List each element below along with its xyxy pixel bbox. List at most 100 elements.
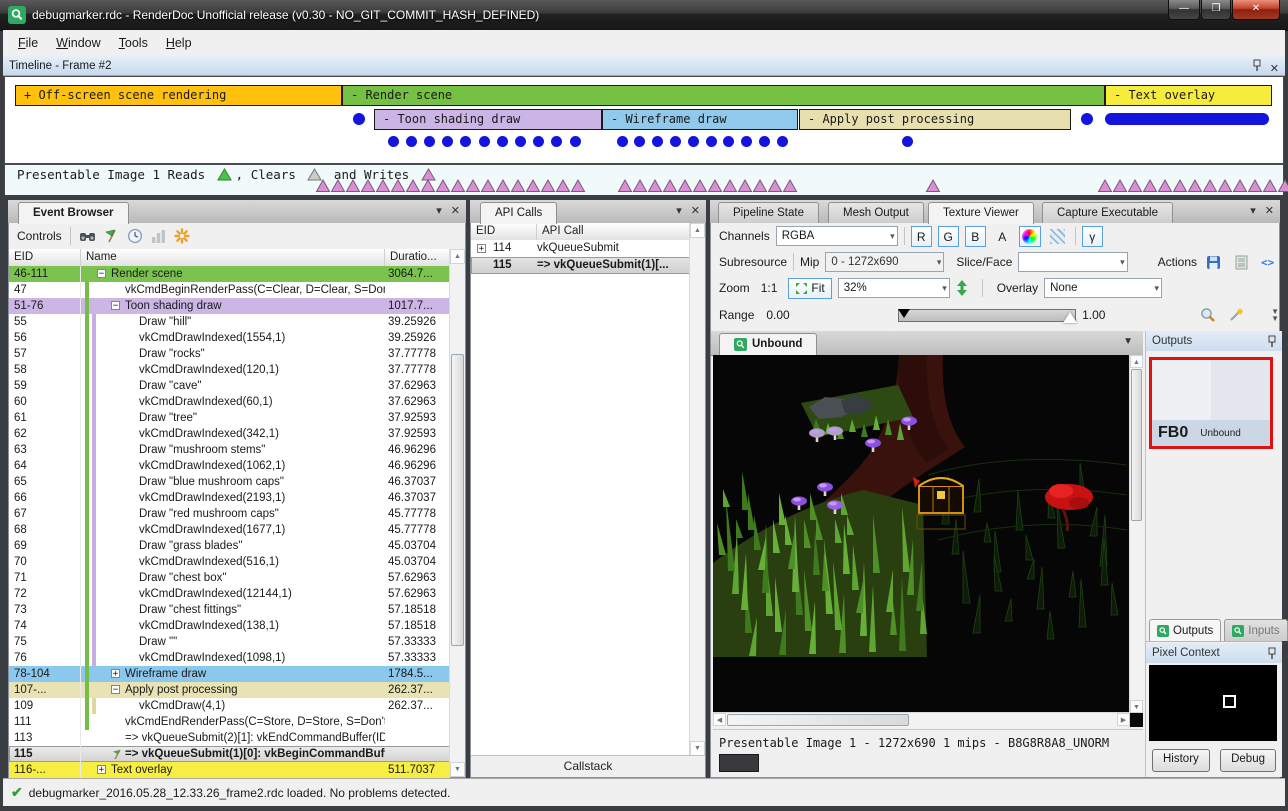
event-row[interactable]: 65Draw "blue mushroom caps"46.37037 — [9, 474, 450, 490]
timeline-panel[interactable]: Presentable Image 1 Reads , Clears and W… — [4, 76, 1284, 194]
menu-tools[interactable]: Tools — [110, 36, 157, 50]
texture-canvas[interactable]: ▲ ▼ ◀ ▶ — [713, 355, 1143, 727]
event-row[interactable]: 67Draw "red mushroom caps"45.77778 — [9, 506, 450, 522]
chevron-down-icon[interactable]: ▼ — [1123, 336, 1133, 347]
event-row[interactable]: 72vkCmdDrawIndexed(12144,1)57.62963 — [9, 586, 450, 602]
col-eid[interactable]: EID — [9, 249, 81, 266]
tab-api-calls[interactable]: API Calls — [480, 202, 557, 224]
tab-texture-viewer[interactable]: Texture Viewer — [928, 202, 1034, 224]
write-event-markers[interactable] — [315, 179, 587, 193]
draw-event-dot[interactable] — [406, 136, 417, 147]
event-row[interactable]: 74vkCmdDrawIndexed(138,1)57.18518 — [9, 618, 450, 634]
event-row[interactable]: 63Draw "mushroom stems"46.96296 — [9, 442, 450, 458]
write-event-markers[interactable] — [617, 179, 799, 193]
time-draws-icon[interactable] — [127, 228, 143, 244]
pixel-context-view[interactable] — [1149, 665, 1277, 741]
tab-event-browser[interactable]: Event Browser — [18, 202, 129, 224]
event-row[interactable]: 59Draw "cave"37.62963 — [9, 378, 450, 394]
fit-button[interactable]: Fit — [788, 278, 831, 299]
callstack-bar[interactable]: Callstack — [471, 755, 705, 777]
event-row[interactable]: 66vkCmdDrawIndexed(2193,1)46.37037 — [9, 490, 450, 506]
draw-event-dot[interactable] — [515, 136, 526, 147]
event-row[interactable]: 78-104+Wireframe draw1784.5... — [9, 666, 450, 682]
expander-icon[interactable]: − — [111, 685, 120, 694]
draw-event-dot[interactable] — [617, 136, 628, 147]
api-calls-scrollbar[interactable]: ▲ ▼ — [689, 223, 705, 756]
alpha-checker-icon[interactable] — [1047, 226, 1069, 247]
slice-face-select[interactable]: ▾ — [1018, 252, 1127, 272]
draw-events-bar[interactable] — [1105, 113, 1269, 125]
draw-event-dot[interactable] — [388, 136, 399, 147]
tab-unbound-texture[interactable]: Unbound — [719, 333, 817, 355]
timeline-marker[interactable]: - Toon shading draw — [374, 109, 602, 130]
tab-outputs[interactable]: Outputs — [1149, 619, 1221, 641]
event-row[interactable]: 113=> vkQueueSubmit(2)[1]: vkEndCommandB… — [9, 730, 450, 746]
event-row[interactable]: 46-111−Render scene3064.7... — [9, 266, 450, 282]
draw-event-dot[interactable] — [570, 136, 581, 147]
tab-mesh-output[interactable]: Mesh Output — [828, 202, 924, 223]
range-min-value[interactable]: 0.00 — [766, 308, 789, 322]
zoom-level-select[interactable]: 32%▾ — [838, 278, 950, 298]
close-icon[interactable]: ✕ — [451, 204, 460, 217]
autofit-wand-icon[interactable] — [1225, 305, 1247, 326]
col-name[interactable]: Name — [81, 249, 385, 266]
draw-event-dot[interactable] — [1081, 113, 1093, 125]
overlay-select[interactable]: None▾ — [1044, 278, 1162, 298]
timeline-marker[interactable]: - Apply post processing — [799, 109, 1071, 130]
collapse-range-icon[interactable]: ▼▼ — [1271, 308, 1279, 322]
draw-event-dot[interactable] — [706, 136, 717, 147]
range-max-value[interactable]: 1.00 — [1082, 308, 1105, 322]
channel-b-button[interactable]: B — [965, 226, 986, 247]
draw-event-dot[interactable] — [670, 136, 681, 147]
save-icon[interactable] — [1203, 252, 1224, 273]
draw-event-dot[interactable] — [551, 136, 562, 147]
tab-pipeline-state[interactable]: Pipeline State — [718, 202, 819, 223]
event-row[interactable]: 70vkCmdDrawIndexed(516,1)45.03704 — [9, 554, 450, 570]
open-external-icon[interactable]: <> — [1258, 252, 1279, 273]
event-row[interactable]: 107-...−Apply post processing262.37... — [9, 682, 450, 698]
event-row[interactable]: 55Draw "hill"39.25926 — [9, 314, 450, 330]
channel-a-button[interactable]: A — [992, 226, 1013, 247]
close-icon[interactable]: ✕ — [691, 204, 700, 217]
draw-event-dot[interactable] — [460, 136, 471, 147]
event-row[interactable]: 73Draw "chest fittings"57.18518 — [9, 602, 450, 618]
timeline-marker[interactable]: - Text overlay — [1105, 85, 1272, 106]
event-row[interactable]: 47vkCmdBeginRenderPass(C=Clear, D=Clear,… — [9, 282, 450, 298]
write-event-markers[interactable] — [1097, 179, 1288, 193]
event-row[interactable]: 57Draw "rocks"37.77778 — [9, 346, 450, 362]
draw-event-dot[interactable] — [634, 136, 645, 147]
timeline-marker[interactable]: - Wireframe draw — [602, 109, 798, 130]
api-call-row[interactable]: +114vkQueueSubmit — [471, 240, 690, 257]
draw-event-dot[interactable] — [497, 136, 508, 147]
draw-event-dot[interactable] — [652, 136, 663, 147]
draw-event-dot[interactable] — [353, 113, 365, 125]
expander-icon[interactable]: − — [97, 269, 106, 278]
chevron-down-icon[interactable]: ▾ — [1250, 204, 1256, 217]
range-black-handle[interactable] — [898, 309, 910, 318]
event-row[interactable]: 61Draw "tree"37.92593 — [9, 410, 450, 426]
debug-button[interactable]: Debug — [1220, 749, 1276, 772]
range-slider[interactable] — [898, 309, 1076, 322]
color-wheel-icon[interactable] — [1019, 226, 1041, 247]
draw-event-dot[interactable] — [442, 136, 453, 147]
event-browser-scrollbar[interactable]: ▲ ▼ — [449, 249, 465, 777]
close-button[interactable]: ✕ — [1232, 0, 1280, 20]
col-duration[interactable]: Duratio... — [385, 249, 450, 266]
tab-inputs[interactable]: Inputs — [1224, 619, 1287, 641]
event-row[interactable]: 69Draw "grass blades"45.03704 — [9, 538, 450, 554]
timeline-marker[interactable]: + Off-screen scene rendering — [15, 85, 342, 106]
draw-event-dot[interactable] — [533, 136, 544, 147]
bookmark-icon[interactable] — [174, 228, 190, 244]
event-row[interactable]: 116-...+Text overlay511.7037 — [9, 762, 450, 778]
draw-event-dot[interactable] — [759, 136, 770, 147]
event-row[interactable]: 115=> vkQueueSubmit(1)[0]: vkBeginComman… — [9, 746, 450, 762]
event-row[interactable]: 71Draw "chest box"57.62963 — [9, 570, 450, 586]
pin-icon[interactable] — [1267, 647, 1277, 660]
draw-event-dot[interactable] — [688, 136, 699, 147]
draw-event-dot[interactable] — [479, 136, 490, 147]
draw-event-dot[interactable] — [777, 136, 788, 147]
channels-select[interactable]: RGBA▾ — [776, 226, 898, 246]
draw-event-dot[interactable] — [424, 136, 435, 147]
maximize-button[interactable]: ❒ — [1201, 0, 1231, 20]
channel-r-button[interactable]: R — [911, 226, 932, 247]
